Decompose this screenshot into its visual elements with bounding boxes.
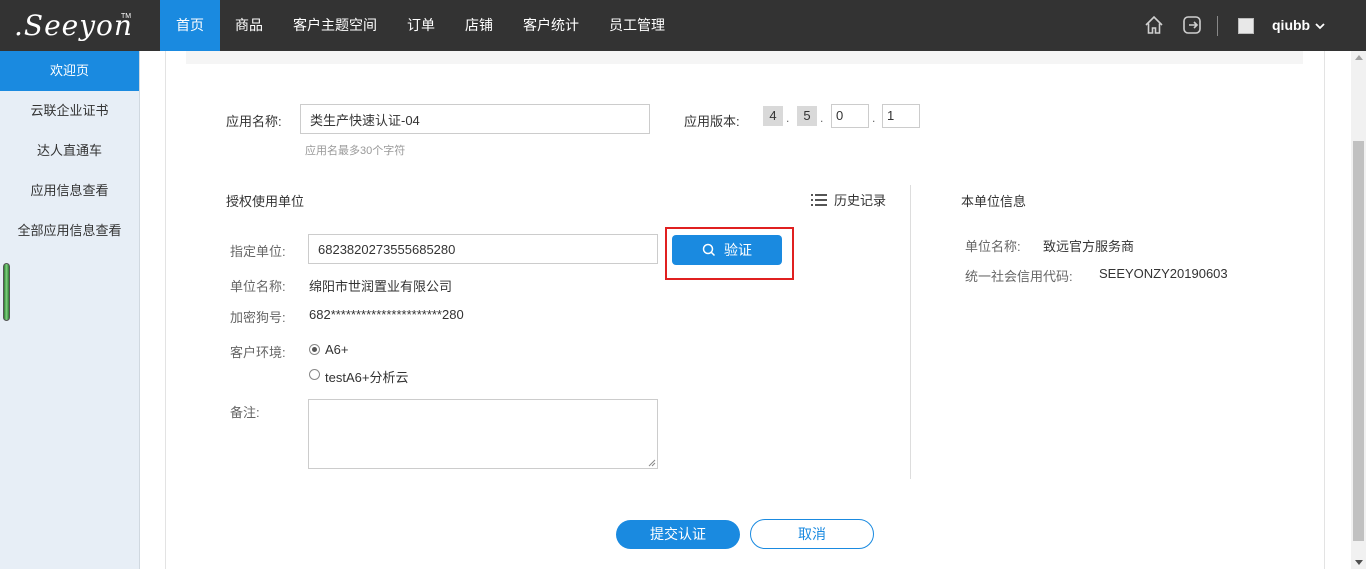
nav-item-shop[interactable]: 店铺 (450, 0, 508, 51)
main-nav: 首页 商品 客户主题空间 订单 店铺 客户统计 员工管理 (160, 0, 680, 51)
logout-icon[interactable] (1181, 14, 1203, 36)
verify-button[interactable]: 验证 (672, 235, 782, 265)
env-option-test-a6-label[interactable]: testA6+分析云 (325, 367, 408, 386)
sidebar-item-express[interactable]: 达人直通车 (0, 131, 139, 171)
seeyon-logo[interactable]: .Seeyon TM (0, 0, 160, 51)
sidebar-item-all-app-info[interactable]: 全部应用信息查看 (0, 211, 139, 251)
own-unit-title: 本单位信息 (961, 194, 1027, 209)
nav-item-products[interactable]: 商品 (220, 0, 278, 51)
sidebar-item-welcome[interactable]: 欢迎页 (0, 51, 139, 91)
own-unit-name-value: 致远官方服务商 (1043, 239, 1135, 254)
nav-item-customer-space[interactable]: 客户主题空间 (278, 0, 392, 51)
top-strip (186, 51, 1303, 64)
unit-name-value: 绵阳市世润置业有限公司 (309, 279, 453, 294)
list-icon (811, 193, 827, 206)
credit-code-label: 统一社会信用代码: (965, 269, 1073, 284)
logo-trademark: TM (121, 13, 132, 20)
verify-label: 验证 (724, 242, 752, 258)
submit-button[interactable]: 提交认证 (616, 520, 740, 549)
dongle-value: 682**********************280 (309, 307, 464, 322)
app-name-hint: 应用名最多30个字符 (305, 145, 406, 157)
version-major: 4 (763, 106, 783, 126)
own-unit-name-label: 单位名称: (965, 239, 1021, 254)
env-label: 客户环境: (230, 345, 286, 360)
nav-item-customer-stats[interactable]: 客户统计 (508, 0, 594, 51)
topbar-divider (1217, 16, 1218, 36)
remark-label: 备注: (230, 405, 260, 420)
version-build-input[interactable]: 1 (882, 104, 920, 128)
nav-item-home[interactable]: 首页 (160, 0, 220, 51)
chevron-down-icon[interactable] (1314, 20, 1326, 32)
unit-value: 6823820273555685280 (318, 241, 456, 257)
env-option-a6-label[interactable]: A6+ (325, 342, 349, 357)
version-separator: . (872, 111, 876, 125)
remark-textarea[interactable] (308, 399, 658, 469)
sidebar-item-certificate[interactable]: 云联企业证书 (0, 91, 139, 131)
env-radio-a6[interactable] (309, 344, 320, 355)
version-separator: . (820, 111, 824, 125)
scroll-thumb[interactable] (1353, 141, 1364, 541)
version-separator: . (786, 111, 790, 125)
app-name-value: 类生产快速认证-04 (310, 112, 420, 128)
sidebar-scroll-handle[interactable] (3, 263, 10, 321)
section-divider (910, 185, 911, 479)
app-version-label: 应用版本: (684, 114, 740, 129)
sidebar-item-app-info[interactable]: 应用信息查看 (0, 171, 139, 211)
avatar[interactable] (1238, 18, 1254, 34)
credit-code-value: SEEYONZY20190603 (1099, 266, 1228, 281)
app-name-label: 应用名称: (226, 114, 282, 129)
app-name-input[interactable]: 类生产快速认证-04 (300, 104, 650, 134)
cancel-button[interactable]: 取消 (750, 519, 874, 549)
version-minor: 5 (797, 106, 817, 126)
logo-text: .Seeyon (14, 9, 133, 42)
sidebar: 欢迎页 云联企业证书 达人直通车 应用信息查看 全部应用信息查看 (0, 51, 140, 569)
history-label: 历史记录 (834, 193, 887, 208)
nav-item-orders[interactable]: 订单 (392, 0, 450, 51)
username[interactable]: qiubb (1272, 17, 1310, 33)
scroll-up-arrow[interactable] (1355, 55, 1363, 60)
auth-section-title: 授权使用单位 (226, 194, 305, 209)
resize-grip-icon[interactable] (648, 459, 656, 467)
home-icon[interactable] (1143, 14, 1165, 36)
dongle-label: 加密狗号: (230, 310, 286, 325)
version-patch-input[interactable]: 0 (831, 104, 869, 128)
unit-label: 指定单位: (230, 244, 286, 259)
unit-name-label: 单位名称: (230, 279, 286, 294)
env-radio-test-a6[interactable] (309, 369, 320, 380)
search-icon (702, 243, 716, 257)
page-scrollbar[interactable] (1351, 51, 1366, 569)
top-navbar: .Seeyon TM 首页 商品 客户主题空间 订单 店铺 客户统计 员工管理 … (0, 0, 1366, 51)
unit-input[interactable]: 6823820273555685280 (308, 234, 658, 264)
scroll-down-arrow[interactable] (1355, 560, 1363, 565)
nav-item-staff[interactable]: 员工管理 (594, 0, 680, 51)
history-link[interactable]: 历史记录 (811, 190, 886, 209)
